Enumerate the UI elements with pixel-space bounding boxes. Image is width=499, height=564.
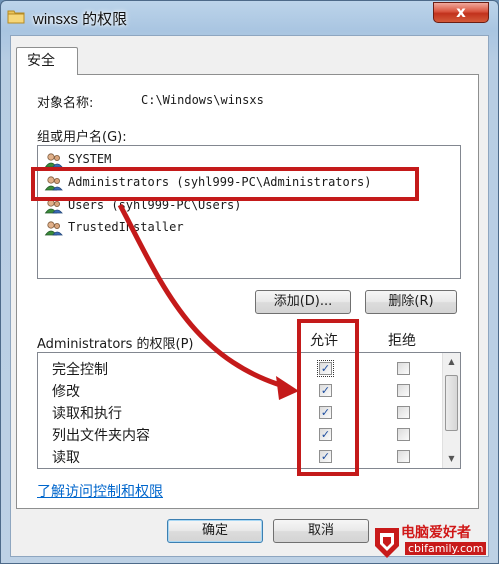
add-button[interactable]: 添加(D)...: [255, 290, 351, 314]
group-user-list[interactable]: SYSTEM Administrators (syhl999-PC\Admini…: [37, 145, 461, 279]
highlight-administrators: [31, 167, 419, 201]
permission-name: 读取: [52, 450, 80, 466]
permission-name: 完全控制: [52, 362, 108, 378]
table-row: 读取 ✓: [38, 445, 438, 467]
scroll-thumb[interactable]: [445, 375, 458, 431]
deny-checkbox[interactable]: [397, 384, 410, 397]
table-row: 修改 ✓: [38, 379, 438, 401]
object-name-label: 对象名称:: [37, 96, 94, 111]
deny-column-header: 拒绝: [388, 333, 416, 349]
watermark-title: 电脑爱好者: [401, 525, 471, 541]
table-row: 完全控制 ✓: [38, 357, 438, 379]
user-name: SYSTEM: [68, 152, 112, 166]
table-row: 读取和执行 ✓: [38, 401, 438, 423]
permissions-scrollbar[interactable]: ▲ ▼: [442, 353, 460, 468]
close-button[interactable]: x: [433, 2, 489, 23]
close-icon: x: [456, 3, 466, 21]
title-bar[interactable]: winsxs 的权限 x: [1, 1, 498, 35]
permission-name: 列出文件夹内容: [52, 428, 150, 444]
watermark-url: cbifamily.com: [405, 542, 487, 555]
permission-name: 修改: [52, 384, 80, 400]
permissions-label: Administrators 的权限(P): [37, 337, 194, 352]
scroll-down-icon[interactable]: ▼: [443, 450, 460, 467]
deny-checkbox[interactable]: [397, 362, 410, 375]
learn-access-control-link[interactable]: 了解访问控制和权限: [37, 481, 163, 501]
deny-checkbox[interactable]: [397, 428, 410, 441]
ok-button[interactable]: 确定: [167, 519, 263, 543]
remove-button[interactable]: 删除(R): [365, 290, 457, 314]
watermark: 电脑爱好者 cbifamily.com: [371, 518, 499, 564]
table-row: 列出文件夹内容 ✓: [38, 423, 438, 445]
watermark-logo-icon: [375, 528, 399, 558]
groups-label: 组或用户名(G):: [37, 130, 127, 145]
folder-icon: [7, 10, 25, 24]
cancel-button[interactable]: 取消: [273, 519, 369, 543]
scroll-up-icon[interactable]: ▲: [443, 353, 460, 370]
tab-security[interactable]: 安全: [16, 47, 78, 75]
users-group-icon: [44, 153, 63, 168]
users-group-icon: [44, 221, 63, 236]
highlight-allow-column: [297, 319, 359, 476]
deny-checkbox[interactable]: [397, 450, 410, 463]
permission-name: 读取和执行: [52, 406, 122, 422]
permissions-list[interactable]: 完全控制 ✓ 修改 ✓ 读取和执行 ✓ 列出文件夹内容 ✓ 读取 ✓ ▲ ▼: [37, 352, 461, 469]
object-name-value: C:\Windows\winsxs: [141, 93, 264, 107]
user-name: TrustedInstaller: [68, 220, 184, 234]
deny-checkbox[interactable]: [397, 406, 410, 419]
window-title: winsxs 的权限: [33, 11, 128, 28]
